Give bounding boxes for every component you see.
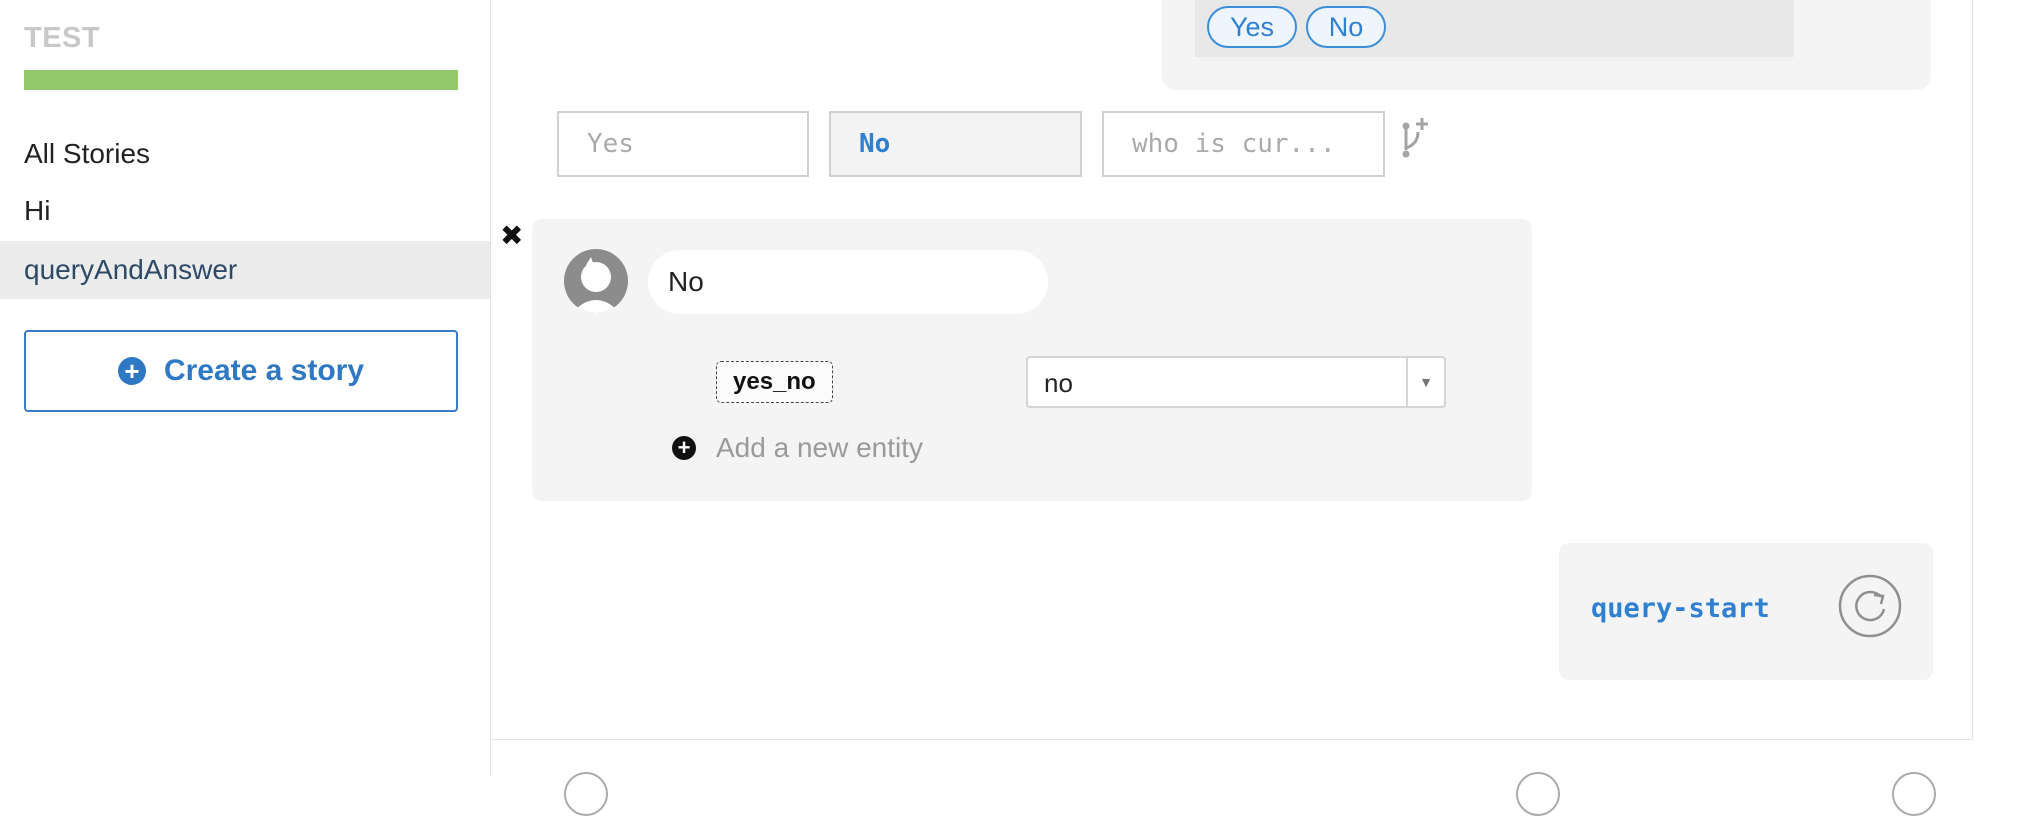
branch-add-icon[interactable] bbox=[1398, 116, 1432, 169]
sidebar-item-queryandanswer[interactable]: queryAndAnswer bbox=[0, 241, 490, 299]
progress-fill bbox=[24, 70, 458, 90]
sidebar: TEST All Stories Hi queryAndAnswer + Cre… bbox=[0, 0, 491, 776]
user-message-card: No yes_no no ▼ + Add a new entity bbox=[532, 219, 1532, 501]
entity-value: no bbox=[1044, 368, 1073, 398]
user-avatar-icon bbox=[564, 249, 628, 313]
option-yes[interactable]: Yes bbox=[557, 111, 809, 177]
plus-circle-icon: + bbox=[672, 436, 696, 460]
create-story-label: Create a story bbox=[163, 354, 365, 387]
quick-reply-yes[interactable]: Yes bbox=[1207, 6, 1297, 48]
action-card: query-start bbox=[1559, 543, 1933, 680]
progress-bar bbox=[24, 70, 458, 90]
option-no[interactable]: No bbox=[829, 111, 1082, 177]
avatar-circle bbox=[564, 772, 608, 816]
entity-value-select[interactable]: no ▼ bbox=[1026, 356, 1446, 408]
add-entity-label: Add a new entity bbox=[716, 432, 924, 463]
avatar-circle bbox=[1892, 772, 1936, 816]
quick-replies: Yes No bbox=[1195, 0, 1794, 57]
option-who-is-cur[interactable]: who is cur... bbox=[1102, 111, 1385, 177]
chevron-down-icon[interactable]: ▼ bbox=[1406, 358, 1444, 406]
stories-section-label: All Stories bbox=[24, 138, 151, 169]
action-name[interactable]: query-start bbox=[1591, 593, 1770, 624]
redo-icon[interactable] bbox=[1837, 573, 1903, 644]
close-icon[interactable]: ✖ bbox=[500, 222, 523, 250]
quick-reply-no[interactable]: No bbox=[1306, 6, 1386, 48]
project-title: TEST bbox=[24, 22, 101, 54]
create-story-button[interactable]: + Create a story bbox=[24, 330, 458, 412]
plus-circle-icon: + bbox=[117, 357, 146, 385]
entity-tag[interactable]: yes_no bbox=[716, 361, 833, 403]
user-utterance[interactable]: No bbox=[648, 250, 1048, 314]
sidebar-item-hi[interactable]: Hi bbox=[0, 182, 490, 240]
avatar-circle bbox=[1516, 772, 1560, 816]
add-entity-button[interactable]: + Add a new entity bbox=[672, 432, 923, 464]
